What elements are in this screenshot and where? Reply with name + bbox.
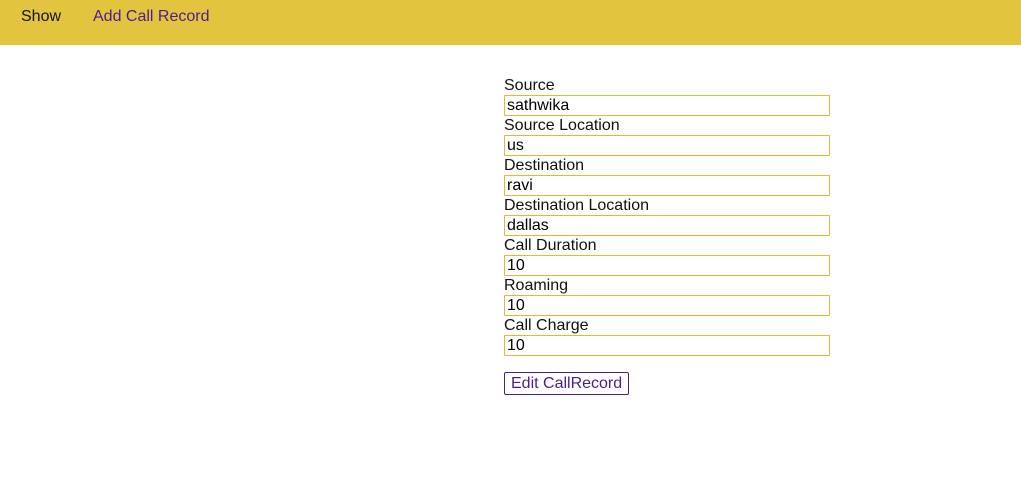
nav-add-call-record-link[interactable]: Add Call Record (93, 7, 210, 27)
nav-show-link[interactable]: Show (21, 7, 61, 27)
edit-call-record-button[interactable]: Edit CallRecord (504, 372, 630, 395)
destination-label: Destination (504, 157, 585, 174)
call-duration-input[interactable] (504, 255, 830, 276)
destination-location-label: Destination Location (504, 197, 649, 214)
roaming-label: Roaming (504, 277, 569, 294)
call-charge-label: Call Charge (504, 317, 589, 334)
source-input[interactable] (504, 95, 830, 116)
source-label: Source (504, 77, 555, 94)
call-duration-label: Call Duration (504, 237, 597, 254)
top-navbar: Show Add Call Record (0, 0, 1021, 45)
destination-input[interactable] (504, 175, 830, 196)
roaming-input[interactable] (504, 295, 830, 316)
source-location-input[interactable] (504, 135, 830, 156)
edit-call-record-form: Source Source Location Destination Desti… (504, 76, 830, 357)
destination-location-input[interactable] (504, 215, 830, 236)
source-location-label: Source Location (504, 117, 620, 134)
call-charge-input[interactable] (504, 335, 830, 356)
